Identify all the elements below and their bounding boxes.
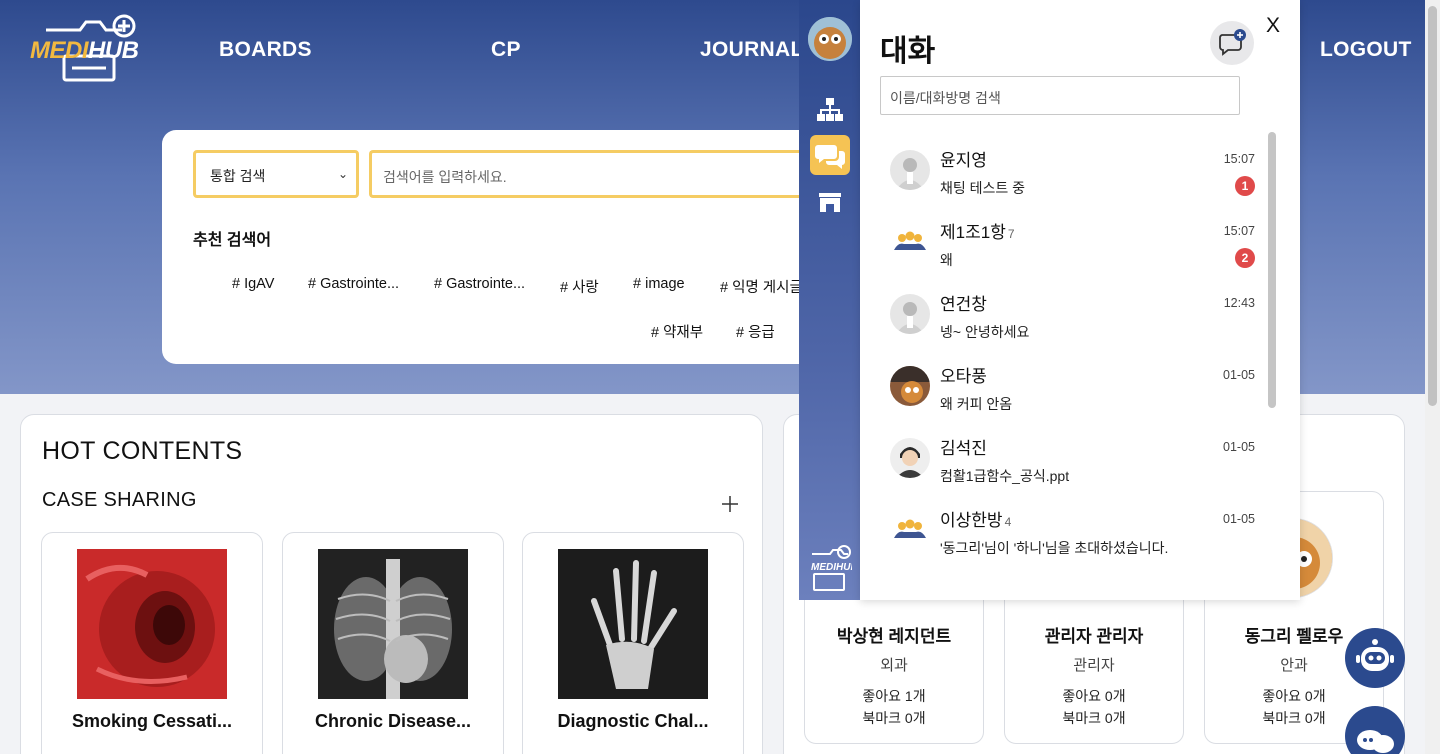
chat-icon bbox=[815, 145, 845, 169]
chat-list-button[interactable] bbox=[810, 135, 850, 175]
chat-room-item[interactable]: 윤지영 채팅 테스트 중 15:07 1 bbox=[880, 134, 1270, 206]
chat-room-name: 연건창 bbox=[940, 295, 987, 314]
chat-time: 01-05 bbox=[1223, 368, 1255, 382]
recommended-title: 추천 검색어 bbox=[193, 232, 272, 249]
tag-item[interactable]: # image bbox=[633, 276, 685, 292]
group-icon bbox=[890, 222, 930, 262]
tag-item[interactable]: # Gastrointe... bbox=[434, 276, 525, 292]
chat-search-input[interactable]: 이름/대화방명 검색 bbox=[880, 76, 1240, 115]
unread-badge: 1 bbox=[1235, 176, 1255, 196]
chat-room-item[interactable]: 연건창 넹~ 안녕하세요 12:43 bbox=[880, 278, 1270, 350]
case-sharing-title: CASE SHARING bbox=[42, 489, 197, 511]
case-card[interactable]: Chronic Disease... bbox=[282, 532, 504, 754]
case-title: Chronic Disease... bbox=[314, 711, 472, 731]
chat-room-name: 이상한방 4 bbox=[940, 511, 1012, 530]
group-icon bbox=[890, 510, 930, 550]
chat-room-name: 윤지영 bbox=[940, 151, 987, 170]
user-avatar[interactable] bbox=[808, 17, 852, 61]
case-card[interactable]: Smoking Cessati... bbox=[41, 532, 263, 754]
new-chat-button[interactable] bbox=[1210, 21, 1254, 65]
tag-item[interactable]: # IgAV bbox=[232, 276, 274, 292]
case-card[interactable]: Diagnostic Chal... bbox=[522, 532, 744, 754]
chatbot-button[interactable] bbox=[1345, 628, 1405, 688]
tag-item[interactable]: # Gastrointe... bbox=[308, 276, 399, 292]
chat-room-item[interactable]: 김석진 컴활1급함수_공식.ppt 01-05 bbox=[880, 422, 1270, 494]
nav-boards[interactable]: BOARDS bbox=[219, 38, 312, 62]
unread-badge: 2 bbox=[1235, 248, 1255, 268]
chat-last-message: 컴활1급함수_공식.ppt bbox=[940, 468, 1070, 484]
nav-logout[interactable]: LOGOUT bbox=[1320, 38, 1412, 62]
profile-likes: 좋아요 0개 bbox=[1262, 688, 1326, 704]
org-chart-icon bbox=[817, 98, 843, 121]
chat-last-message: 넹~ 안녕하세요 bbox=[940, 324, 1030, 340]
chat-last-message: 왜 bbox=[940, 252, 953, 268]
case-title: Diagnostic Chal... bbox=[557, 711, 709, 731]
search-type-select[interactable]: 통합 검색 ⌄ bbox=[193, 150, 359, 198]
nav-journal[interactable]: JOURNAL bbox=[700, 38, 804, 62]
chevron-down-icon: ⌄ bbox=[337, 167, 348, 181]
profile-dept: 관리자 bbox=[1073, 657, 1115, 674]
profile-bookmarks: 북마크 0개 bbox=[862, 710, 926, 726]
profile-name: 관리자 관리자 bbox=[1044, 627, 1144, 646]
tag-item[interactable]: # 응급 bbox=[736, 321, 775, 342]
archive-icon bbox=[819, 193, 841, 212]
tag-item[interactable]: # 약재부 bbox=[651, 321, 703, 342]
search-card: 통합 검색 ⌄ 검색어를 입력하세요. 추천 검색어 # IgAV # Gast… bbox=[162, 130, 822, 364]
profile-name: 박상현 레지던트 bbox=[836, 627, 952, 646]
member-count: 7 bbox=[1007, 227, 1015, 241]
chat-time: 01-05 bbox=[1223, 440, 1255, 454]
chat-bubbles-icon bbox=[1357, 730, 1394, 753]
svg-text:MEDIHUB: MEDIHUB bbox=[811, 562, 852, 573]
chest-xray-image bbox=[318, 549, 468, 699]
close-button[interactable]: X bbox=[1266, 14, 1280, 38]
logo-wordmark[interactable]: MEDIHUB bbox=[30, 37, 139, 65]
member-count: 4 bbox=[1004, 515, 1012, 529]
chat-time: 12:43 bbox=[1223, 296, 1255, 310]
profile-dept: 외과 bbox=[880, 657, 908, 674]
hot-contents-title: HOT CONTENTS bbox=[42, 437, 243, 465]
plus-icon[interactable] bbox=[721, 495, 739, 513]
chat-room-name: 제1조1항 7 bbox=[940, 223, 1015, 242]
tag-item[interactable]: # 사랑 bbox=[560, 276, 599, 297]
profile-bookmarks: 북마크 0개 bbox=[1062, 710, 1126, 726]
chat-panel-title: 대화 bbox=[880, 35, 936, 68]
chat-panel: 대화 X 이름/대화방명 검색 윤지영 채팅 테스트 중 15:07 1 제1조… bbox=[860, 0, 1300, 600]
chat-room-name: 김석진 bbox=[940, 439, 987, 458]
chat-room-name: 오타풍 bbox=[940, 367, 987, 386]
nav-cp[interactable]: CP bbox=[491, 38, 521, 62]
page-scrollbar[interactable] bbox=[1425, 0, 1440, 754]
endoscopy-image bbox=[77, 549, 227, 699]
search-input[interactable]: 검색어를 입력하세요. bbox=[369, 150, 822, 198]
chat-sidebar-rail: MEDIHUB bbox=[799, 0, 860, 600]
chat-scrollbar[interactable] bbox=[1268, 130, 1276, 580]
profile-likes: 좋아요 1개 bbox=[862, 688, 926, 704]
chat-last-message: 왜 커피 안옴 bbox=[940, 396, 1013, 412]
chat-room-item[interactable]: 제1조1항 7 왜 15:07 2 bbox=[880, 206, 1270, 278]
case-title: Smoking Cessati... bbox=[71, 711, 233, 731]
avatar bbox=[890, 150, 930, 190]
messenger-button[interactable] bbox=[1345, 706, 1405, 754]
chat-time: 15:07 bbox=[1223, 224, 1255, 238]
hand-xray-image bbox=[558, 549, 708, 699]
chat-last-message: '동그리'님이 '하니'님을 초대하셨습니다. bbox=[940, 540, 1169, 556]
chat-last-message: 채팅 테스트 중 bbox=[940, 180, 1026, 196]
chat-time: 01-05 bbox=[1223, 512, 1255, 526]
profile-likes: 좋아요 0개 bbox=[1062, 688, 1126, 704]
chat-room-item[interactable]: 이상한방 4 '동그리'님이 '하니'님을 초대하셨습니다. 01-05 bbox=[880, 494, 1270, 566]
hot-contents-panel: HOT CONTENTS CASE SHARING Smoking Cessat… bbox=[20, 414, 763, 754]
avatar bbox=[890, 366, 930, 406]
chat-room-list: 윤지영 채팅 테스트 중 15:07 1 제1조1항 7 왜 15:07 2 연건… bbox=[880, 130, 1280, 580]
tag-item[interactable]: # 익명 게시글 bbox=[720, 276, 803, 297]
avatar bbox=[890, 294, 930, 334]
archive-button[interactable] bbox=[810, 182, 850, 222]
chat-room-item[interactable]: 오타풍 왜 커피 안옴 01-05 bbox=[880, 350, 1270, 422]
robot-icon bbox=[1356, 639, 1394, 671]
org-chart-button[interactable] bbox=[810, 89, 850, 129]
medihub-small-logo-icon: MEDIHUB bbox=[808, 544, 858, 592]
new-chat-icon bbox=[1219, 29, 1246, 56]
avatar bbox=[890, 438, 930, 478]
chat-time: 15:07 bbox=[1223, 152, 1255, 166]
